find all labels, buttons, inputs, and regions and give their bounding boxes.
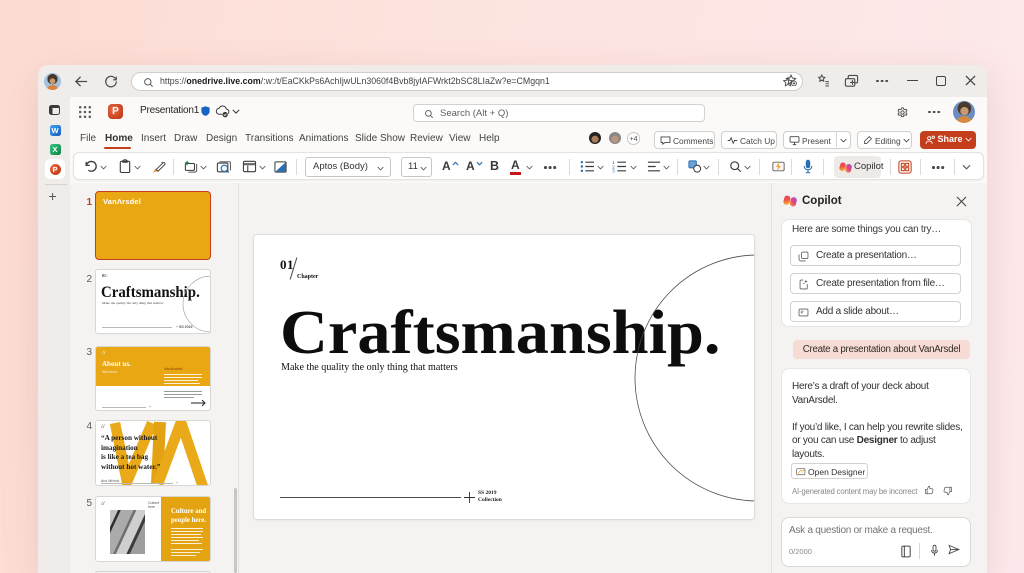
svg-text:3: 3 bbox=[612, 169, 615, 173]
